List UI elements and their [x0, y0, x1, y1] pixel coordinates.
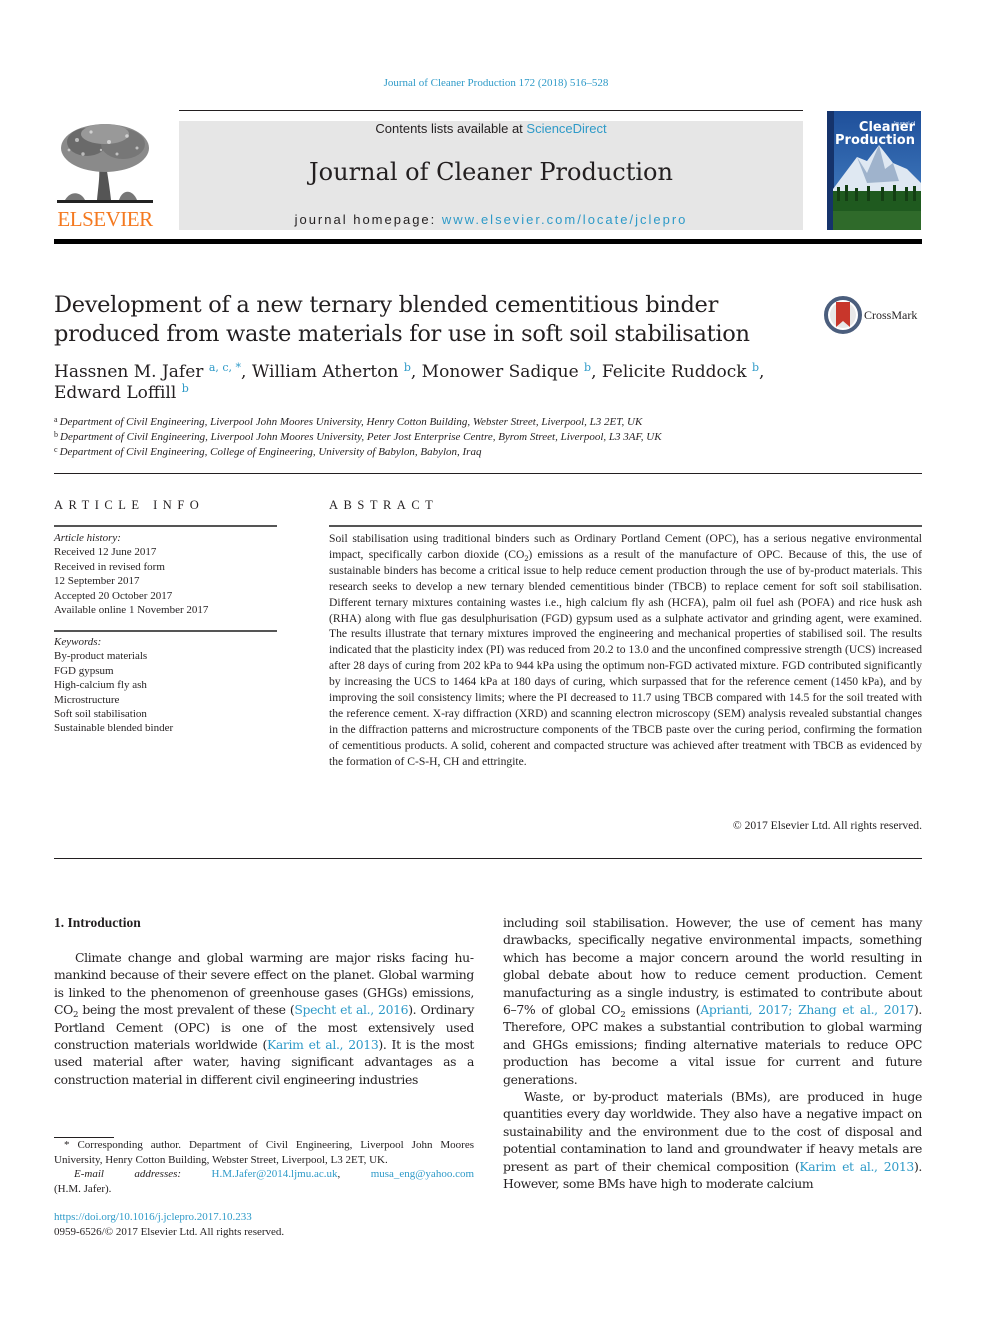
author-affiliation-marker[interactable]: b [182, 382, 189, 395]
masthead-rule [54, 239, 922, 244]
email-line: E-mail addresses: H.M.Jafer@2014.ljmu.ac… [74, 1168, 475, 1180]
journal-name: Journal of Cleaner Production [309, 158, 673, 186]
abstract-heading: ABSTRACT [329, 498, 439, 512]
citation-link[interactable]: Aprianti, 2017; Zhang et al., 2017 [700, 1002, 914, 1017]
history-label: Article history: [54, 532, 121, 544]
keywords-label: Keywords: [54, 636, 102, 648]
journal-masthead: Contents lists available at ScienceDirec… [179, 121, 803, 230]
body-column-right: including soil stabilisation. However, t… [503, 914, 922, 1193]
article-history: Article history: Received 12 June 2017 R… [54, 531, 279, 617]
article-info-heading: ARTICLE INFO [54, 498, 205, 512]
email-owner: (H.M. Jafer). [54, 1182, 112, 1195]
journal-citation[interactable]: Journal of Cleaner Production 172 (2018)… [0, 77, 992, 89]
affiliation: b Department of Civil Engineering, Liverp… [54, 430, 662, 444]
citation-link[interactable]: Karim et al., 2013 [799, 1159, 914, 1174]
divider [54, 473, 922, 474]
author-affiliation-marker[interactable]: b [752, 361, 759, 374]
cover-title-line2: Production [835, 133, 915, 148]
doi-block: https://doi.org/10.1016/j.jclepro.2017.1… [54, 1210, 474, 1240]
keyword: FGD gypsum [54, 664, 114, 677]
paragraph: Waste, or by-product materials (BMs), ar… [503, 1089, 923, 1192]
author[interactable]: Monower Sadique b [422, 362, 591, 382]
section-heading-introduction: 1. Introduction [54, 915, 141, 930]
history-item: Accepted 20 October 2017 [54, 589, 173, 602]
corresponding-author-footnote: * Corresponding author. Department of Ci… [54, 1138, 474, 1196]
paragraph: including soil stabilisation. However, t… [503, 915, 922, 1087]
crossmark-icon [824, 296, 862, 334]
author-list: Hassnen M. Jafer a, c, *, William Athert… [54, 361, 765, 403]
issn-copyright: 0959-6526/© 2017 Elsevier Ltd. All right… [54, 1226, 285, 1238]
elsevier-logo: ELSEVIER [54, 120, 156, 232]
history-item: Received 12 June 2017 [54, 546, 157, 559]
corresponding-author-note: * Corresponding author. Department of Ci… [54, 1139, 474, 1166]
citation-link[interactable]: Karim et al., 2013 [267, 1037, 379, 1052]
author-affiliation-marker[interactable]: a, c, * [209, 361, 241, 374]
contents-prefix: Contents lists available at [375, 121, 527, 136]
divider [54, 630, 277, 632]
keyword: High-calcium fly ash [54, 679, 147, 692]
author-affiliation-marker[interactable]: b [584, 361, 591, 374]
keywords: Keywords: By-product materials FGD gypsu… [54, 635, 279, 736]
crossmark-label: CrossMark [864, 308, 918, 322]
elsevier-tree-icon [57, 124, 153, 203]
email-link[interactable]: H.M.Jafer@2014.ljmu.ac.uk [212, 1168, 338, 1180]
keyword: Sustainable blended binder [54, 722, 174, 735]
homepage-line: journal homepage: www.elsevier.com/locat… [179, 212, 803, 227]
keyword: By-product materials [54, 650, 148, 663]
author[interactable]: Hassnen M. Jafer a, c, * [54, 362, 241, 382]
divider [54, 525, 277, 527]
homepage-link[interactable]: www.elsevier.com/locate/jclepro [442, 212, 688, 227]
author-affiliation-marker[interactable]: b [404, 361, 411, 374]
abstract-copyright: © 2017 Elsevier Ltd. All rights reserved… [732, 819, 922, 832]
keyword: Microstructure [54, 693, 120, 706]
crossmark-button[interactable]: CrossMark [824, 296, 924, 336]
author[interactable]: William Atherton b [252, 362, 411, 382]
homepage-prefix: journal homepage: [294, 212, 442, 227]
author[interactable]: Edward Loffill b [54, 383, 189, 403]
affiliation: a Department of Civil Engineering, Liverp… [54, 415, 643, 429]
paragraph: Climate change and global warming are ma… [54, 950, 474, 1087]
author[interactable]: Felicite Ruddock b [602, 362, 759, 382]
affiliations: a Department of Civil Engineering, Liverp… [54, 415, 924, 460]
abstract-body: Soil stabilisation using traditional bin… [329, 532, 922, 768]
citation-link[interactable]: Specht et al., 2016 [294, 1002, 408, 1017]
article-title: Development of a new ternary blended cem… [54, 292, 750, 347]
email-link[interactable]: musa_eng@yahoo.com [371, 1168, 474, 1180]
sciencedirect-link[interactable]: ScienceDirect [526, 121, 606, 136]
cover-title: Cleaner Production [835, 121, 915, 147]
doi-link[interactable]: https://doi.org/10.1016/j.jclepro.2017.1… [54, 1210, 474, 1225]
journal-cover-image[interactable]: Journal of Cleaner Production [827, 111, 921, 230]
keyword: Soft soil stabilisation [54, 708, 147, 721]
affiliation: c Department of Civil Engineering, Colleg… [54, 445, 482, 459]
body-column-left: Climate change and global warming are ma… [54, 949, 474, 1088]
history-item: Received in revised form [54, 560, 165, 573]
divider [54, 858, 922, 859]
divider [329, 525, 922, 527]
elsevier-wordmark: ELSEVIER [57, 207, 153, 231]
contents-line: Contents lists available at ScienceDirec… [179, 121, 803, 137]
email-label: E-mail addresses: [74, 1168, 182, 1180]
history-item: 12 September 2017 [54, 575, 140, 588]
header-rule [179, 110, 803, 111]
history-item: Available online 1 November 2017 [54, 604, 209, 617]
